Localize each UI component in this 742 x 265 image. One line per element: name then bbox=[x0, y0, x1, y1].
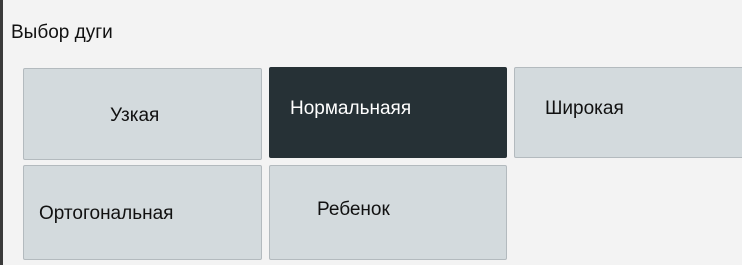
arch-selection-panel: Выбор дуги Узкая Нормальнаяя Широкая Орт… bbox=[0, 0, 742, 265]
arch-option-label: Ребенок bbox=[317, 198, 390, 220]
arch-option-label: Широкая bbox=[545, 97, 624, 119]
arch-selection-title: Выбор дуги bbox=[11, 22, 113, 43]
arch-option-child[interactable]: Ребенок bbox=[269, 165, 507, 260]
arch-option-wide[interactable]: Широкая bbox=[514, 67, 742, 158]
arch-option-orthogonal[interactable]: Ортогональная bbox=[23, 165, 262, 260]
arch-option-normal[interactable]: Нормальнаяя bbox=[269, 67, 507, 158]
arch-option-label: Узкая bbox=[110, 105, 160, 126]
arch-option-narrow[interactable]: Узкая bbox=[23, 68, 262, 160]
arch-option-label: Ортогональная bbox=[39, 202, 174, 224]
arch-option-label: Нормальнаяя bbox=[290, 97, 412, 119]
